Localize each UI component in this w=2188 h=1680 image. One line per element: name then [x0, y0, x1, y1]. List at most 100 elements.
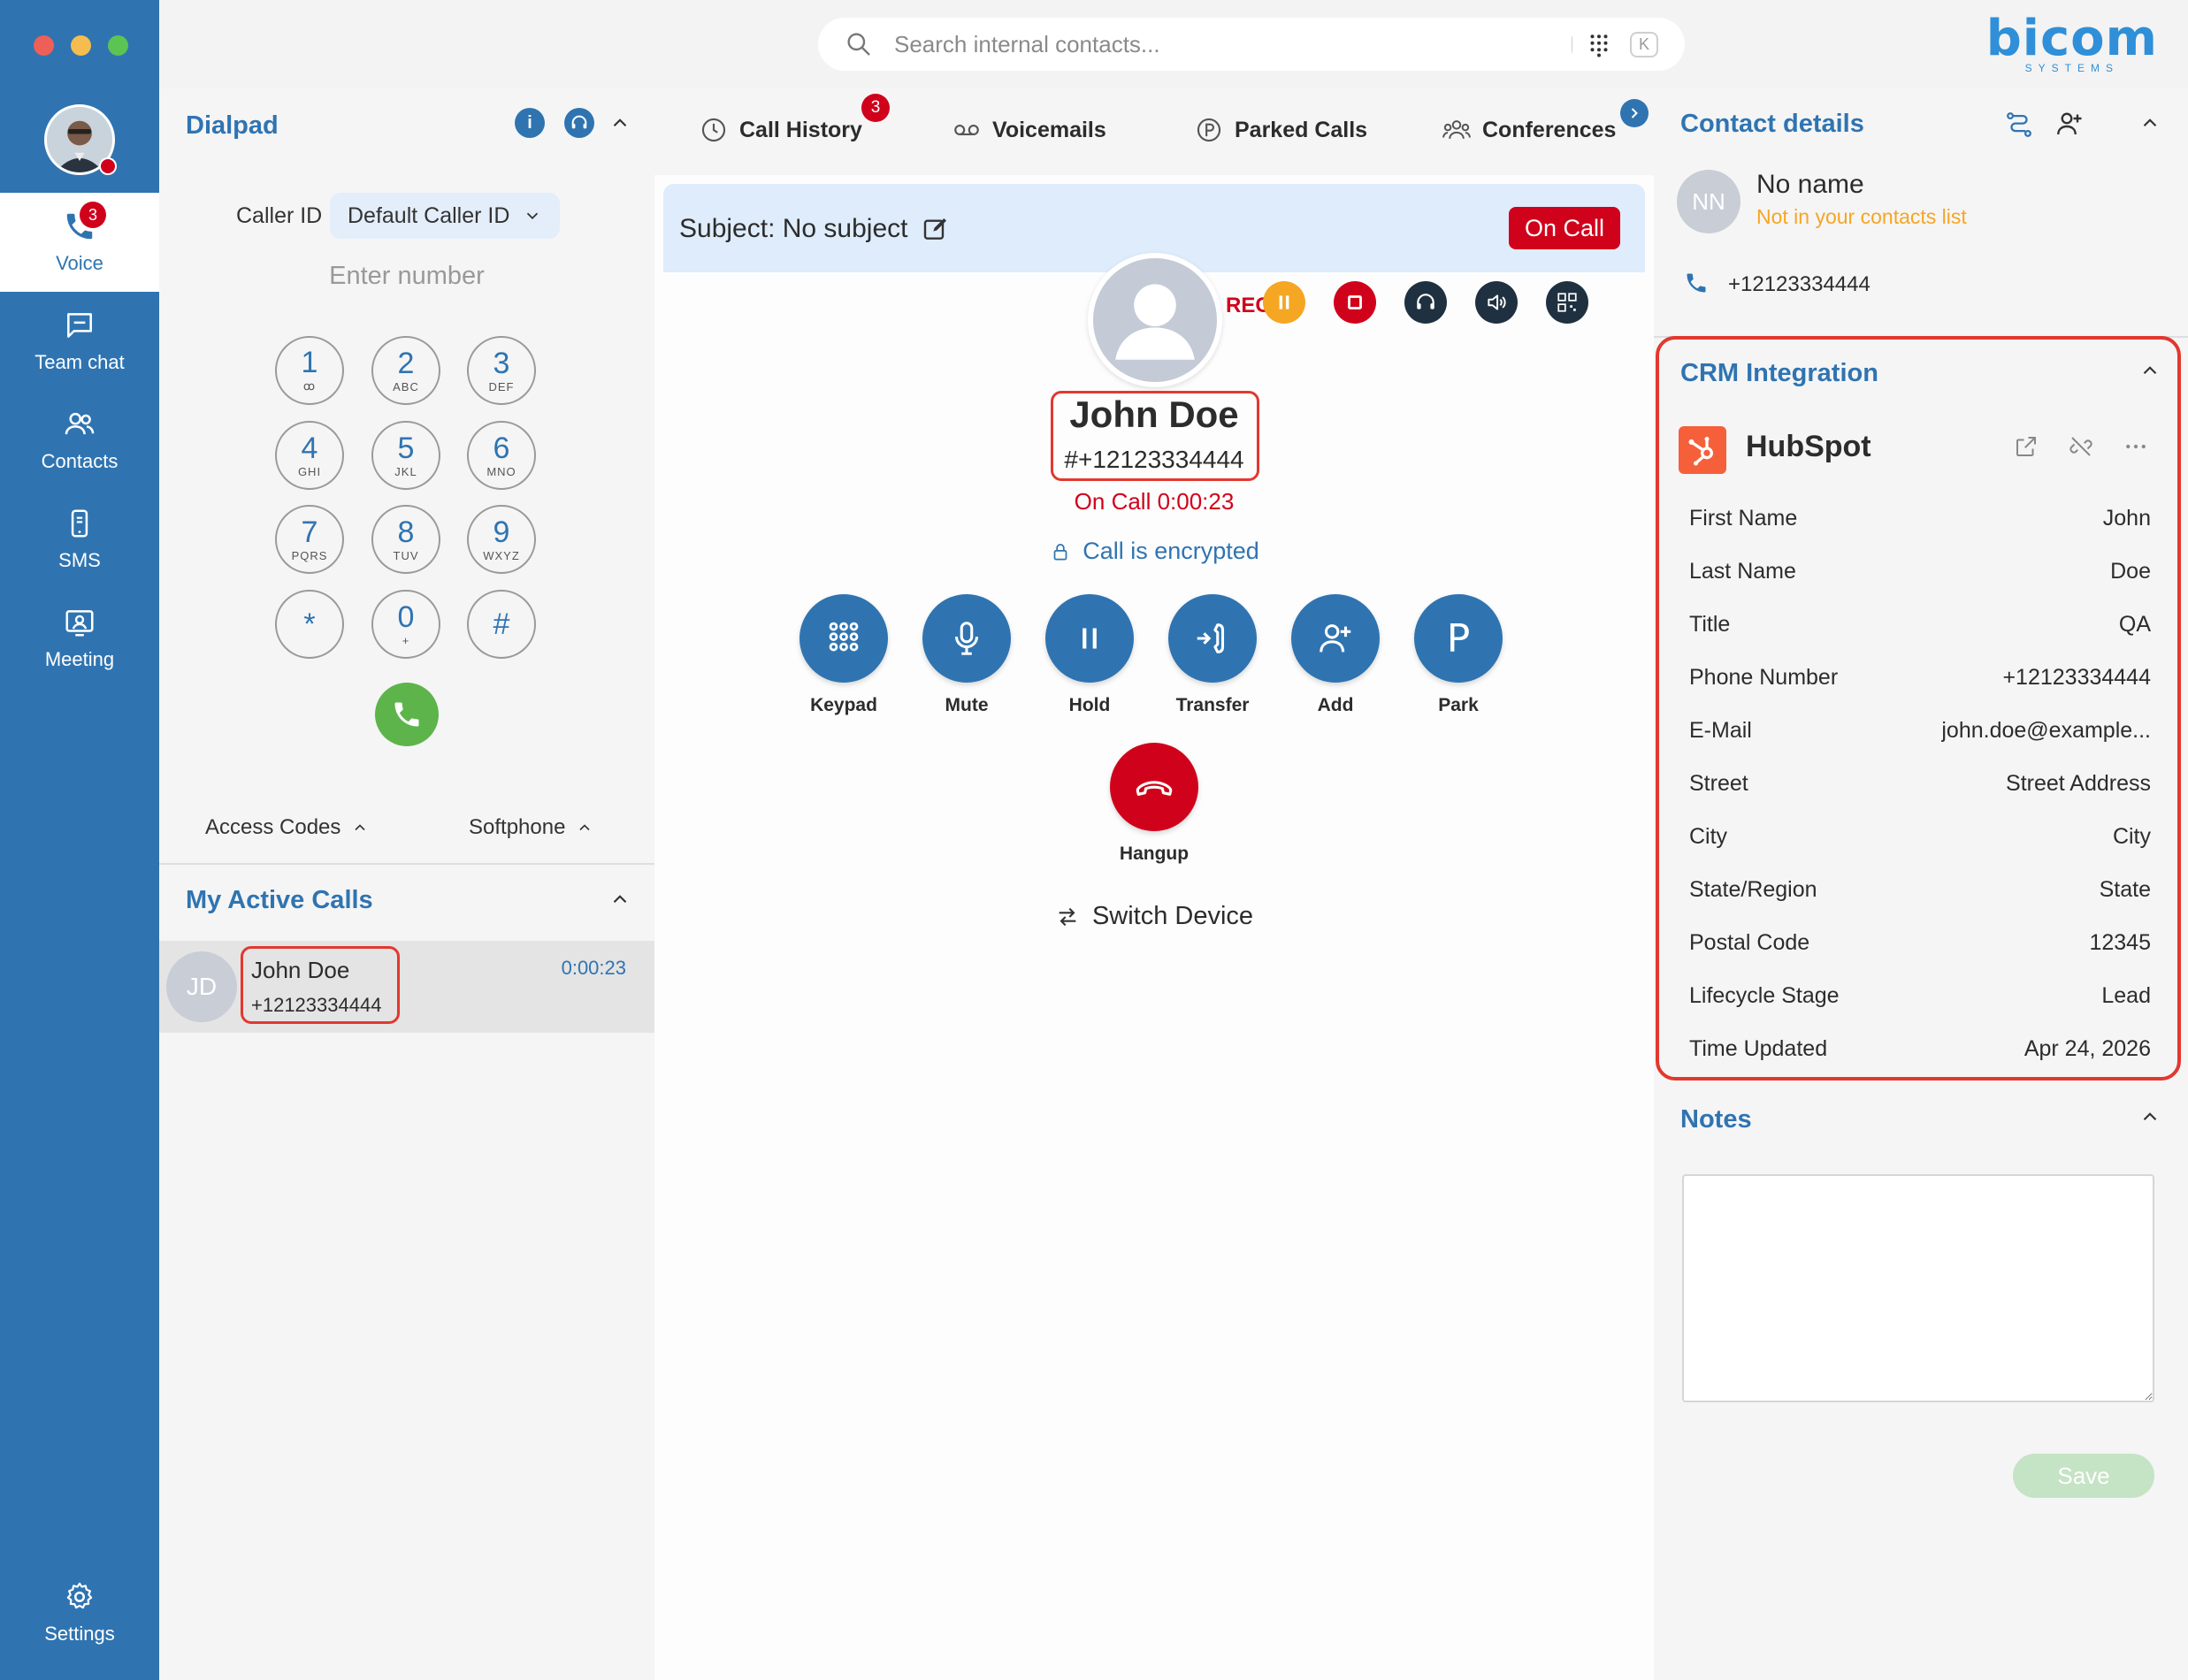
key-digit: 3: [493, 346, 510, 380]
park-button[interactable]: P: [1414, 594, 1503, 683]
access-codes-toggle[interactable]: Access Codes: [205, 815, 369, 840]
nav-item-meeting[interactable]: Meeting: [0, 589, 159, 688]
tab-voicemails[interactable]: Voicemails: [952, 115, 1106, 145]
dialpad-key-hash[interactable]: #: [467, 590, 536, 659]
dialpad-key-8[interactable]: 8 TUV: [371, 505, 440, 574]
unlink-icon[interactable]: [2068, 433, 2094, 460]
notes-title: Notes: [1680, 1105, 1752, 1134]
crm-field-value: john.doe@example...: [1941, 718, 2151, 743]
mute-action[interactable]: Mute: [922, 594, 1011, 716]
dialpad-key-1[interactable]: 1ꝏ: [275, 336, 344, 405]
add-participant-button[interactable]: [1291, 594, 1380, 683]
headset-control-button[interactable]: [1404, 281, 1447, 324]
crm-field-label: Time Updated: [1689, 1036, 1828, 1061]
speaker-button[interactable]: [1475, 281, 1518, 324]
key-digit: 7: [301, 515, 318, 549]
tab-conferences[interactable]: Conferences: [1442, 115, 1616, 145]
nav-item-team-chat[interactable]: Team chat: [0, 292, 159, 391]
action-label: Add: [1317, 695, 1354, 715]
conference-icon: [1442, 120, 1471, 140]
route-icon[interactable]: [2004, 110, 2034, 140]
more-options-icon[interactable]: [2121, 433, 2151, 460]
crm-field-label: City: [1689, 824, 1728, 849]
action-label: Hold: [1068, 695, 1111, 715]
collapse-active-calls-chevron-up-icon[interactable]: [608, 888, 631, 911]
tabs-next-button[interactable]: [1620, 99, 1649, 127]
transfer-button[interactable]: [1168, 594, 1257, 683]
dialpad-key-2[interactable]: 2 ABC: [371, 336, 440, 405]
notes-textarea[interactable]: [1682, 1174, 2154, 1402]
call-panel: Call History 3 Voicemails Parked Calls C…: [654, 88, 1654, 1680]
chevron-right-icon: [1631, 108, 1638, 118]
hangup-button[interactable]: [1110, 743, 1198, 831]
nav-item-contacts[interactable]: Contacts: [0, 391, 159, 490]
parking-icon: [1197, 118, 1221, 142]
add-contact-icon[interactable]: [2054, 108, 2085, 140]
nav-item-voice[interactable]: Voice 3: [0, 193, 159, 292]
microphone-icon: [954, 622, 979, 655]
maximize-window-button[interactable]: [108, 35, 128, 56]
keypad-action[interactable]: Keypad: [799, 594, 888, 716]
minimize-window-button[interactable]: [71, 35, 91, 56]
collapse-contact-chevron-up-icon[interactable]: [2138, 111, 2161, 134]
close-window-button[interactable]: [34, 35, 54, 56]
contact-details-title: Contact details: [1680, 110, 1864, 138]
pause-recording-button[interactable]: [1263, 281, 1305, 324]
edit-icon[interactable]: [922, 215, 950, 243]
collapse-notes-chevron-up-icon[interactable]: [2138, 1105, 2161, 1128]
apps-grid-button[interactable]: [1572, 18, 1626, 71]
external-link-icon[interactable]: [2013, 433, 2039, 460]
hangup-action[interactable]: Hangup: [1108, 743, 1200, 865]
key-letters: TUV: [393, 548, 419, 562]
dialpad-key-4[interactable]: 4 GHI: [275, 421, 344, 490]
headset-icon: [571, 115, 587, 129]
encryption-status: Call is encrypted: [654, 538, 1654, 565]
caller-id-select[interactable]: Default Caller ID: [330, 193, 560, 239]
divider: [159, 863, 654, 865]
collapse-dialpad-chevron-up-icon[interactable]: [608, 111, 631, 134]
nav-item-settings[interactable]: Settings: [0, 1563, 159, 1662]
dialpad-key-6[interactable]: 6 MNO: [467, 421, 536, 490]
dialpad-panel: Dialpad i Caller ID Default Caller ID En…: [159, 88, 654, 1680]
mute-button[interactable]: [922, 594, 1011, 683]
transfer-action[interactable]: Transfer: [1168, 594, 1257, 716]
softphone-toggle[interactable]: Softphone: [469, 815, 593, 840]
keypad-icon: [829, 622, 859, 652]
dialpad-key-9[interactable]: 9 WXYZ: [467, 505, 536, 574]
dialpad-key-7[interactable]: 7 PQRS: [275, 505, 344, 574]
pause-icon: [1083, 628, 1097, 649]
key-digit: 5: [397, 431, 415, 465]
hold-button[interactable]: [1045, 594, 1134, 683]
tab-call-history[interactable]: Call History: [699, 115, 862, 145]
dialpad-key-0[interactable]: 0 +: [371, 590, 440, 659]
switch-device-button[interactable]: Switch Device: [654, 902, 1654, 931]
info-button[interactable]: i: [515, 108, 545, 138]
crm-field-email: E-Mail john.doe@example...: [1689, 718, 2151, 744]
save-button[interactable]: Save: [2013, 1454, 2154, 1498]
hold-action[interactable]: Hold: [1045, 594, 1134, 716]
add-action[interactable]: Add: [1291, 594, 1380, 716]
headset-button[interactable]: [564, 108, 594, 138]
contact-phone[interactable]: +12123334444: [1728, 272, 1871, 297]
stop-recording-button[interactable]: [1334, 281, 1376, 324]
speaker-icon: [1488, 294, 1506, 310]
key-letters: WXYZ: [483, 548, 520, 562]
number-input[interactable]: Enter number: [159, 262, 654, 291]
keypad-button[interactable]: [799, 594, 888, 683]
tab-parked-calls[interactable]: Parked Calls: [1194, 115, 1367, 145]
search-input[interactable]: [894, 30, 1572, 58]
dialpad-key-3[interactable]: 3 DEF: [467, 336, 536, 405]
caller-id-label: Caller ID: [236, 203, 323, 228]
dialpad-key-5[interactable]: 5 JKL: [371, 421, 440, 490]
active-call-item[interactable]: JD John Doe +12123334444 0:00:23: [159, 941, 654, 1033]
chevron-up-icon: [579, 824, 591, 831]
clock-history-icon: [701, 118, 726, 142]
park-action[interactable]: P Park: [1414, 594, 1503, 716]
dialpad-key-star[interactable]: *: [275, 590, 344, 659]
search-bar[interactable]: ⌘ + K: [818, 18, 1685, 71]
collapse-crm-chevron-up-icon[interactable]: [2138, 359, 2161, 382]
qr-device-button[interactable]: [1546, 281, 1588, 324]
nav-item-sms[interactable]: SMS: [0, 490, 159, 589]
grid-icon: [1590, 34, 1608, 57]
call-button[interactable]: [375, 683, 439, 746]
